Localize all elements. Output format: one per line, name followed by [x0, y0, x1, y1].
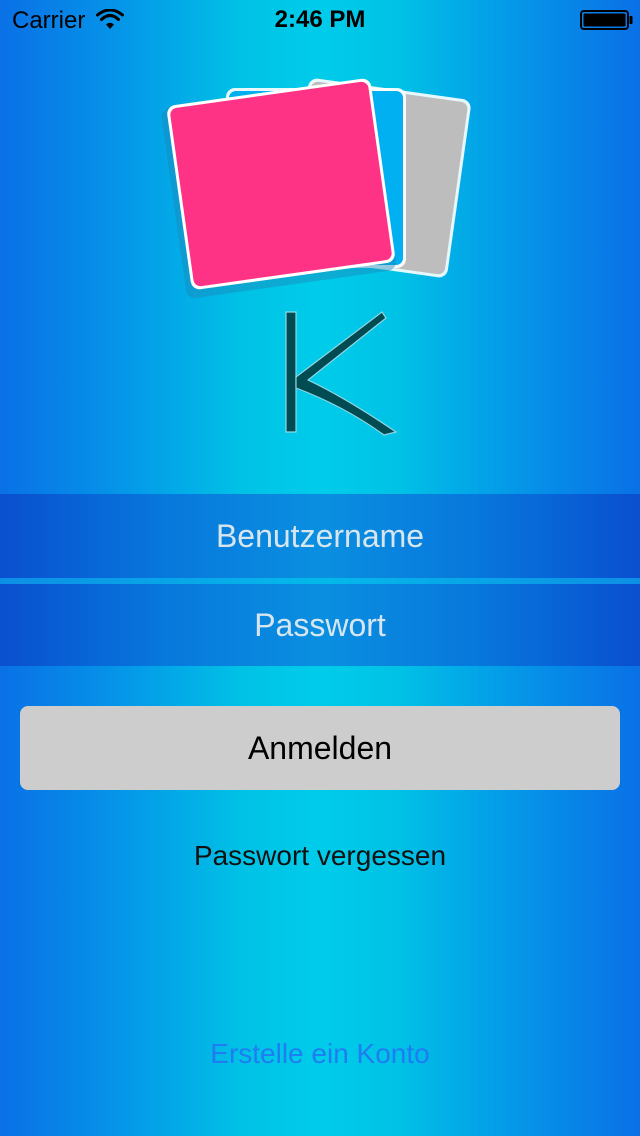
letter-k: [285, 311, 398, 436]
card-pink: [161, 78, 396, 299]
status-time: 2:46 PM: [274, 6, 366, 33]
forgot-password-link[interactable]: Passwort vergessen: [0, 840, 640, 872]
password-field[interactable]: [0, 584, 640, 666]
create-account-link[interactable]: Erstelle ein Konto: [0, 1038, 640, 1070]
username-input[interactable]: [0, 494, 640, 578]
app-logo: [161, 78, 471, 436]
battery-icon: [580, 10, 633, 30]
status-bar: Carrier 2:46 PM: [0, 0, 640, 40]
username-field[interactable]: [0, 494, 640, 578]
login-button[interactable]: Anmelden: [20, 706, 620, 790]
password-input[interactable]: [0, 584, 640, 666]
